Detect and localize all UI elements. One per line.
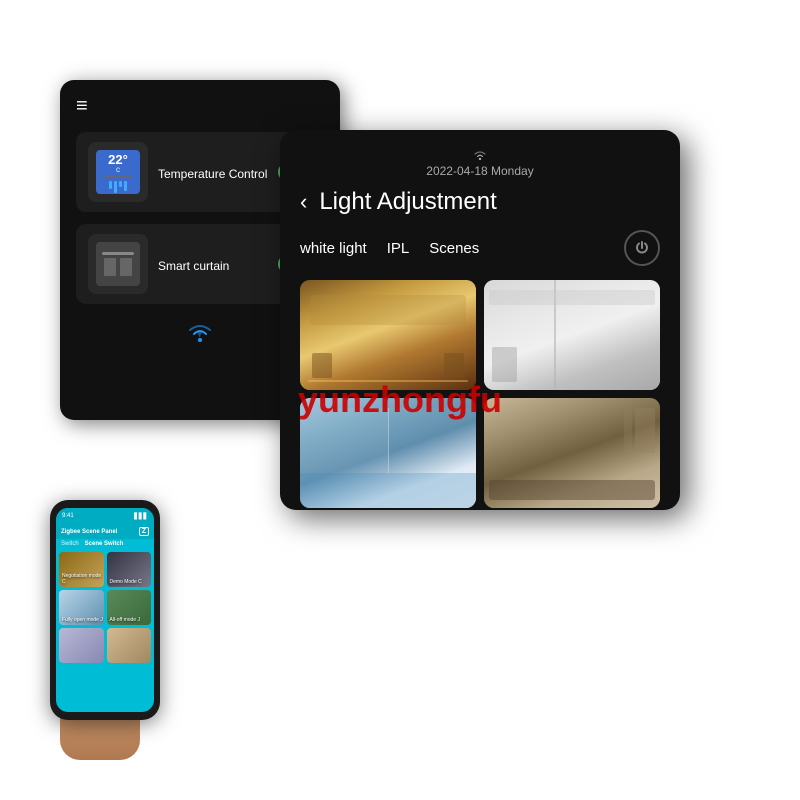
phone-scene-1[interactable]: Negotiation mode C xyxy=(59,552,104,587)
back-panel-header: ≡ xyxy=(76,96,324,116)
scene-thumb-3[interactable] xyxy=(300,398,476,508)
phone-zigbee-icon: Z xyxy=(139,527,149,536)
phone-scene-2[interactable]: Demo Mode C xyxy=(107,552,152,587)
temp-bars xyxy=(109,181,127,193)
tab-ipl[interactable]: IPL xyxy=(387,240,410,257)
light-adjustment-tabs: white light IPL Scenes xyxy=(300,230,660,266)
power-button[interactable] xyxy=(624,230,660,266)
phone-status-bar: 9:41 ▋▋▋ xyxy=(56,508,154,524)
phone-scene-4-label: All-off mode J xyxy=(110,617,140,623)
phone-scene-4[interactable]: All-off mode J xyxy=(107,590,152,625)
thermostat-display: 22° C xyxy=(96,150,140,194)
curtain-icon-box xyxy=(88,234,148,294)
phone-scene-1-label: Negotiation mode C xyxy=(62,573,104,585)
phone-signal: ▋▋▋ xyxy=(134,513,148,520)
phone-scene-3[interactable]: Fully open mode J xyxy=(59,590,104,625)
phone-scene-5[interactable] xyxy=(59,628,104,663)
phone-scene-6[interactable] xyxy=(107,628,152,663)
smart-curtain-name: Smart curtain xyxy=(158,259,268,273)
phone-switch-bar: Switch Scene Switch xyxy=(56,539,154,549)
phone-scene-3-label: Fully open mode J xyxy=(62,617,103,623)
scene-container: ≡ 22° C Temperature Control xyxy=(0,0,800,800)
power-icon xyxy=(634,240,650,256)
temperature-control-name: Temperature Control xyxy=(158,167,268,181)
back-arrow-button[interactable]: ‹ xyxy=(300,189,307,215)
scenes-grid xyxy=(300,280,660,508)
phone-scene-label: Scene Switch xyxy=(85,541,124,547)
thermostat-icon-box: 22° C xyxy=(88,142,148,202)
phone-app-header: Zigbee Scene Panel Z xyxy=(56,524,154,539)
temperature-control-info: Temperature Control xyxy=(158,163,268,181)
wifi-icon xyxy=(185,320,215,351)
wifi-icon-front xyxy=(473,150,487,160)
light-adjustment-header: ‹ Light Adjustment xyxy=(300,188,660,216)
hamburger-icon[interactable]: ≡ xyxy=(76,96,88,116)
panel-date: 2022-04-18 Monday xyxy=(426,164,533,178)
divider xyxy=(104,176,132,177)
scene-thumb-2[interactable] xyxy=(484,280,660,390)
temp-value: 22° xyxy=(108,152,128,167)
phone-container: 9:41 ▋▋▋ Zigbee Scene Panel Z Switch Sce… xyxy=(50,500,180,740)
temp-unit: C xyxy=(116,168,120,174)
curtain-icon xyxy=(96,242,140,286)
phone-scene-grid: Negotiation mode C Demo Mode C Fully ope… xyxy=(56,549,154,666)
phone-time: 9:41 xyxy=(62,513,74,519)
phone-scene-2-label: Demo Mode C xyxy=(110,579,142,585)
front-panel-header: 2022-04-18 Monday xyxy=(300,150,660,180)
phone-app-title: Zigbee Scene Panel xyxy=(61,529,117,535)
phone-screen: 9:41 ▋▋▋ Zigbee Scene Panel Z Switch Sce… xyxy=(56,508,154,712)
scene-thumb-1[interactable] xyxy=(300,280,476,390)
front-panel: 2022-04-18 Monday ‹ Light Adjustment whi… xyxy=(280,130,680,510)
phone-switch-label: Switch xyxy=(61,541,79,547)
smart-curtain-info: Smart curtain xyxy=(158,255,268,273)
light-adjustment-title: Light Adjustment xyxy=(319,188,660,216)
phone-device: 9:41 ▋▋▋ Zigbee Scene Panel Z Switch Sce… xyxy=(50,500,160,720)
tab-scenes[interactable]: Scenes xyxy=(429,240,479,257)
tab-white-light[interactable]: white light xyxy=(300,240,367,257)
scene-thumb-4[interactable] xyxy=(484,398,660,508)
